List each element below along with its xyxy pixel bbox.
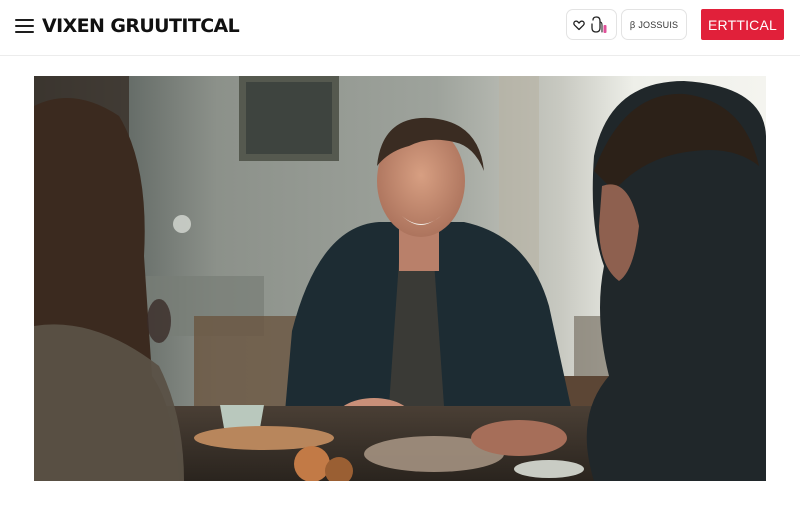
heart-icon [573,20,585,31]
top-navigation-bar: VIXEN GRUUTITCAL ꞵ JOSSUIS ERTTICAL [0,0,800,56]
hamburger-menu-icon[interactable] [15,17,34,34]
photo-illustration [34,76,766,481]
wishlist-cart-pill[interactable] [566,9,617,40]
menu-line [15,19,34,21]
hero-image [34,76,766,481]
menu-line [15,31,34,33]
menu-line [15,25,34,27]
secondary-pill-button[interactable]: ꞵ JOSSUIS [621,9,687,40]
secondary-pill-label: ꞵ JOSSUIS [629,20,679,30]
shopping-bag-icon [591,16,607,33]
bag-accent [603,25,607,33]
brand-logo-text[interactable]: VIXEN GRUUTITCAL [42,14,240,38]
primary-cta-button[interactable]: ERTTICAL [701,9,784,40]
